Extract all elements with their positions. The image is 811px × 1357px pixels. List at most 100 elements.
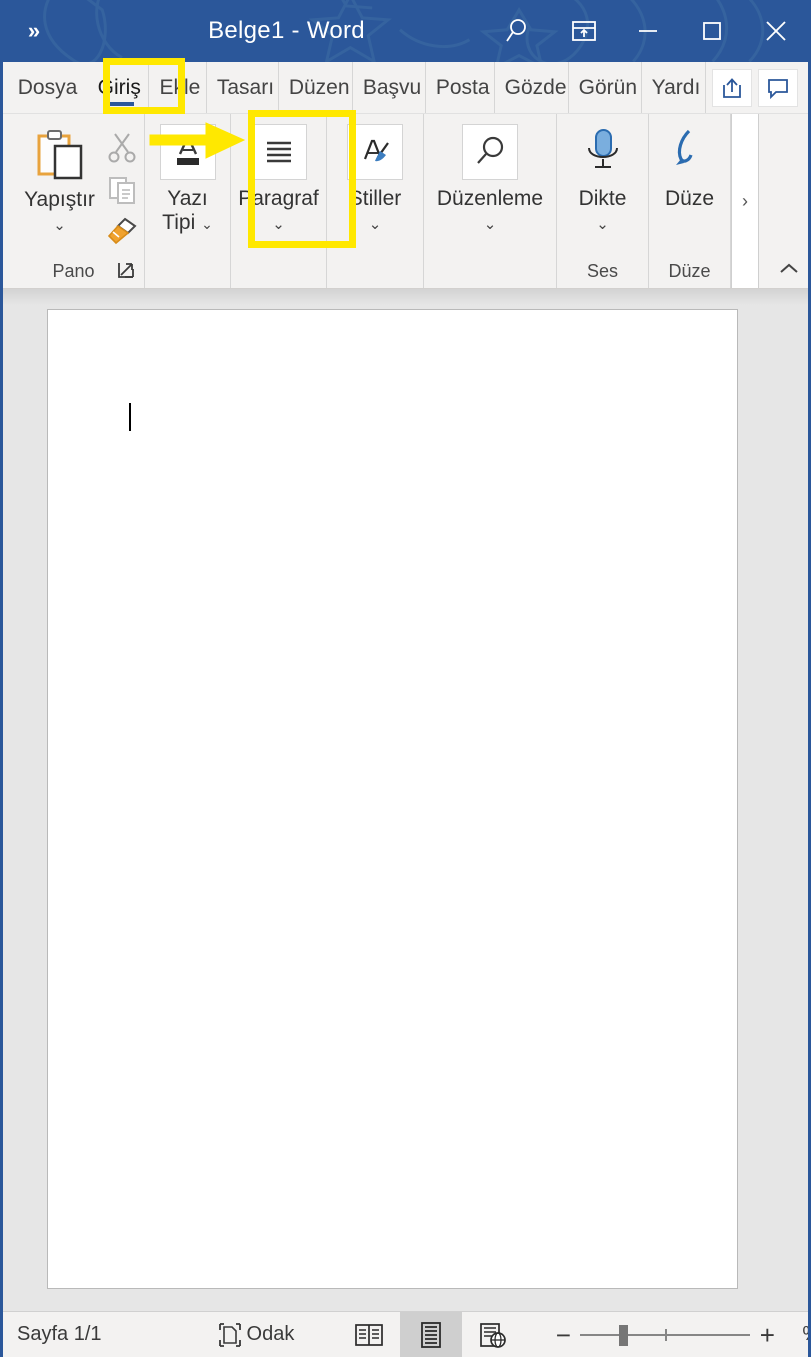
font-button[interactable]: Yazı Tipi ⌄ xyxy=(145,124,230,234)
chevron-right-icon: › xyxy=(742,190,748,211)
chevron-down-icon[interactable]: ⌄ xyxy=(596,217,609,232)
document-area[interactable] xyxy=(3,289,808,1334)
tab-posta[interactable]: Posta xyxy=(426,62,495,113)
dictate-label: Dikte xyxy=(578,187,627,210)
comment-icon[interactable] xyxy=(758,68,798,107)
paragraph-label: Paragraf xyxy=(238,187,319,210)
quick-access-toolbar-overflow[interactable]: » xyxy=(3,0,65,62)
web-layout-button[interactable] xyxy=(462,1312,524,1357)
styles-pen-icon xyxy=(363,139,389,162)
tab-duzen[interactable]: Düzen xyxy=(279,62,353,113)
tab-gozden-gecir[interactable]: Gözde xyxy=(495,62,569,113)
dictate-icon-frame xyxy=(575,124,631,180)
share-icon[interactable] xyxy=(712,68,752,107)
clipboard-controls: Yapıştır ⌄ xyxy=(14,124,138,251)
ribbon-group-paragraf: Paragraf ⌄ xyxy=(231,114,327,288)
ribbon-overflow-button[interactable]: › xyxy=(731,114,759,288)
search-icon[interactable] xyxy=(488,0,552,62)
scissors-icon xyxy=(108,133,135,163)
editor-icon-frame xyxy=(662,124,718,180)
group-label-ses: Ses xyxy=(586,261,619,281)
group-label-duzenleyici: Düze xyxy=(668,261,711,281)
read-mode-icon xyxy=(355,1323,384,1346)
maximize-icon[interactable] xyxy=(680,0,744,62)
tab-label: Giriş xyxy=(97,75,141,99)
paste-label: Yapıştır xyxy=(24,188,95,211)
ribbon-collapse-button[interactable] xyxy=(774,254,804,284)
ribbon-group-duzenleme: Düzenleme ⌄ xyxy=(424,114,557,288)
paragraph-button[interactable]: Paragraf ⌄ xyxy=(231,124,326,232)
tab-dosya[interactable]: Dosya xyxy=(3,62,90,113)
title-bar: » Belge1 - Word xyxy=(3,0,808,62)
zoom-level-label[interactable]: %50 xyxy=(802,1323,808,1346)
close-icon[interactable] xyxy=(744,0,808,62)
tab-basvuru[interactable]: Başvu xyxy=(353,62,426,113)
ribbon-display-options-icon[interactable] xyxy=(552,0,616,62)
paragraph-lines-icon xyxy=(266,141,291,163)
editing-button[interactable]: Düzenleme ⌄ xyxy=(424,124,556,232)
tab-gorunum[interactable]: Görün xyxy=(569,62,642,113)
document-page[interactable] xyxy=(47,309,738,1289)
microphone-icon xyxy=(587,129,618,168)
print-layout-button[interactable] xyxy=(400,1311,463,1357)
print-layout-icon xyxy=(421,1321,442,1348)
zoom-in-button[interactable]: + xyxy=(750,1322,784,1348)
font-color-icon xyxy=(176,137,199,165)
editing-label: Düzenleme xyxy=(436,187,544,210)
dictate-button[interactable]: Dikte ⌄ xyxy=(557,124,648,232)
read-mode-button[interactable] xyxy=(338,1312,400,1357)
zoom-out-button[interactable]: − xyxy=(546,1322,580,1348)
tab-giris[interactable]: Giriş xyxy=(90,62,150,113)
format-painter-button[interactable] xyxy=(106,216,138,251)
web-layout-icon xyxy=(480,1322,507,1348)
page-indicator[interactable]: Sayfa 1/1 xyxy=(3,1323,102,1346)
tab-label: Ekle xyxy=(159,75,201,99)
tab-label: Yardı xyxy=(651,75,701,99)
paste-clipboard-icon xyxy=(37,130,82,180)
paste-button[interactable]: Yapıştır ⌄ xyxy=(14,124,106,233)
ribbon-tab-bar: Dosya Giriş Ekle Tasarı Düzen Başvu Post… xyxy=(3,62,808,114)
tab-label: Gözde xyxy=(504,75,567,99)
ribbon: Yapıştır ⌄ Pano Yazı Tipi ⌄ Paragraf ⌄ S… xyxy=(3,114,808,289)
focus-label: Odak xyxy=(246,1323,295,1345)
clipboard-small-buttons xyxy=(106,124,138,251)
ribbon-tabs: Dosya Giriş Ekle Tasarı Düzen Başvu Post… xyxy=(3,62,706,113)
format-painter-icon xyxy=(107,217,137,245)
tab-label: Başvu xyxy=(362,75,422,99)
editing-icon-frame xyxy=(462,124,518,180)
styles-button[interactable]: Stiller ⌄ xyxy=(327,124,423,232)
tab-ekle[interactable]: Ekle xyxy=(149,62,207,113)
chevron-down-icon[interactable]: ⌄ xyxy=(369,217,382,232)
copy-button[interactable] xyxy=(107,175,137,210)
focus-mode-button[interactable]: Odak xyxy=(218,1322,295,1348)
tab-bar-actions xyxy=(706,62,808,113)
minimize-icon[interactable] xyxy=(616,0,680,62)
ribbon-group-duzenleyici: Düze Düze xyxy=(649,114,731,288)
zoom-control: − + %50 xyxy=(546,1322,808,1348)
document-top-shade xyxy=(3,289,808,305)
tab-yardim[interactable]: Yardı xyxy=(642,62,706,113)
editor-button[interactable]: Düze xyxy=(649,124,730,211)
ribbon-group-stiller: Stiller ⌄ xyxy=(327,114,424,288)
dialog-launcher-icon[interactable] xyxy=(116,260,136,280)
zoom-slider[interactable] xyxy=(580,1323,751,1347)
chevron-down-icon[interactable]: ⌄ xyxy=(272,217,285,232)
styles-icon-frame xyxy=(347,124,403,180)
zoom-slider-thumb[interactable] xyxy=(619,1324,629,1346)
focus-mode-icon xyxy=(218,1322,241,1347)
view-mode-buttons xyxy=(338,1311,524,1357)
tab-label: Dosya xyxy=(17,75,78,99)
text-cursor xyxy=(129,403,131,431)
title-bar-buttons xyxy=(488,0,808,62)
editor-label: Düze xyxy=(664,187,715,210)
chevron-down-icon[interactable]: ⌄ xyxy=(484,217,497,232)
tab-tasarim[interactable]: Tasarı xyxy=(207,62,279,113)
ribbon-group-yazi-tipi: Yazı Tipi ⌄ xyxy=(145,114,231,288)
font-label-text: Tipi xyxy=(162,210,196,234)
chevron-down-icon[interactable]: ⌄ xyxy=(53,218,66,233)
chevron-down-icon[interactable]: ⌄ xyxy=(201,216,213,232)
font-label-line2: Tipi ⌄ xyxy=(162,211,213,235)
cut-button[interactable] xyxy=(107,132,137,169)
styles-label: Stiller xyxy=(348,187,402,210)
paragraph-icon-frame xyxy=(250,124,307,180)
